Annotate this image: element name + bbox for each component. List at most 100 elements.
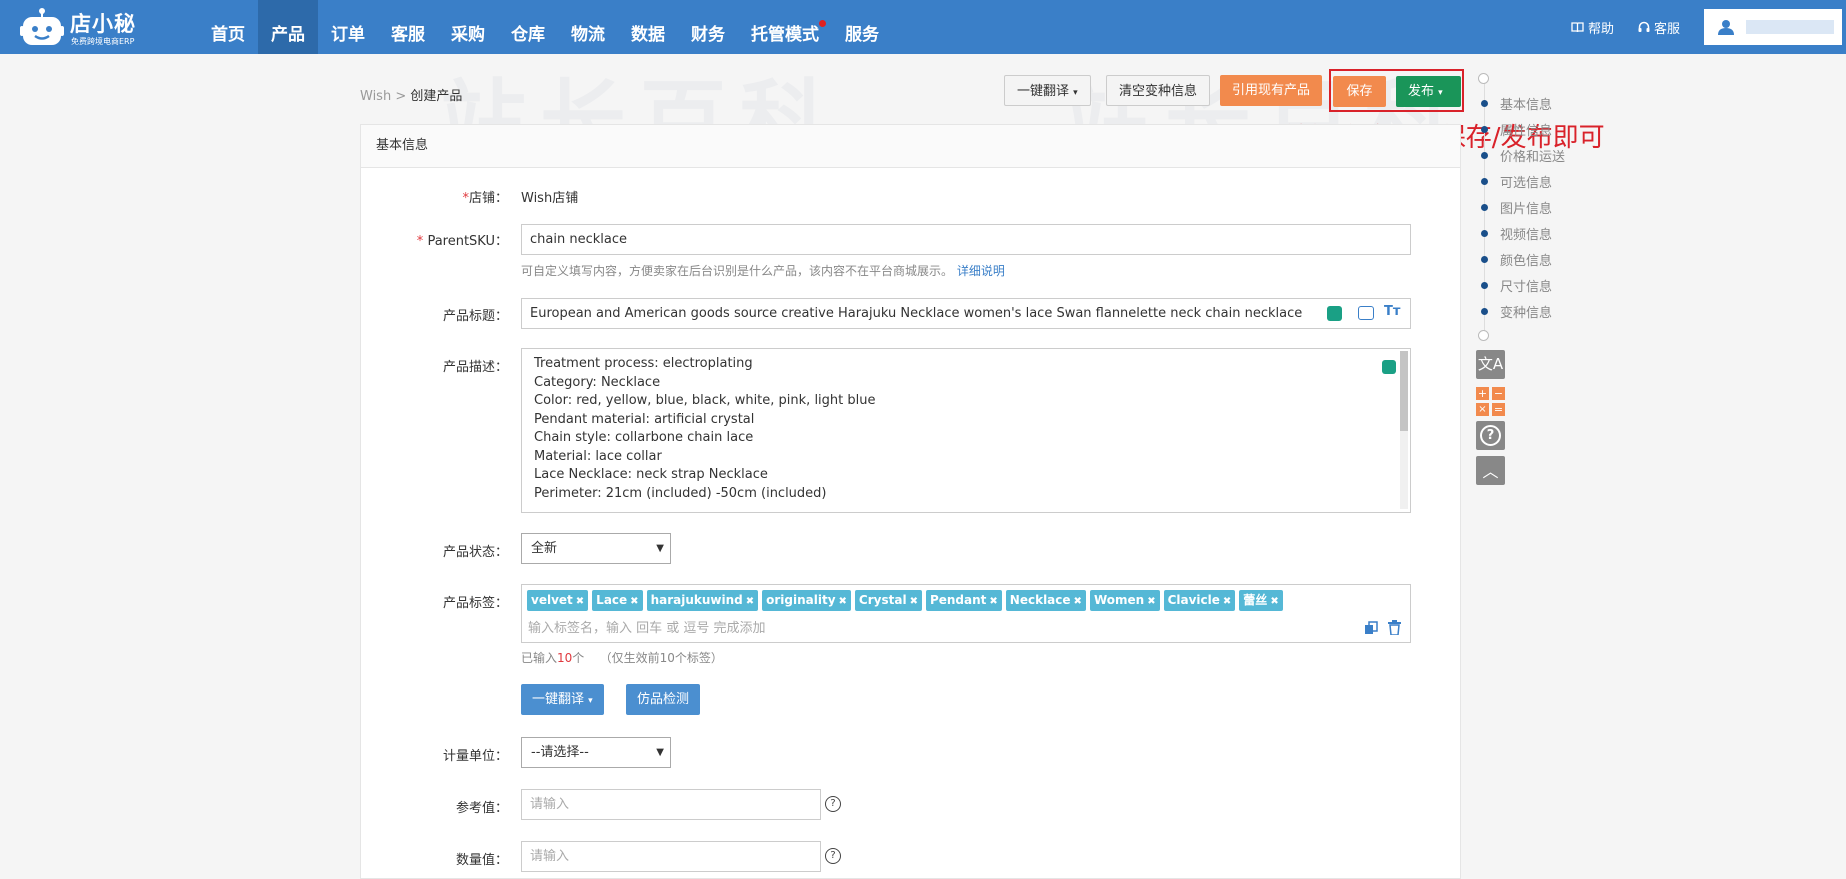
close-icon[interactable]: ✖: [839, 596, 847, 607]
brand-logo[interactable]: 店小秘 免费跨境电商ERP: [18, 4, 146, 50]
parent-sku-input[interactable]: chain necklace: [521, 224, 1411, 255]
breadcrumb: Wish > 创建产品: [360, 85, 462, 104]
user-name-placeholder: [1746, 20, 1834, 34]
close-icon[interactable]: ✖: [910, 596, 918, 607]
nav-item-home[interactable]: 首页: [198, 0, 258, 54]
close-icon[interactable]: ✖: [1147, 596, 1155, 607]
side-nav-item-optional-info[interactable]: 可选信息: [1481, 173, 1552, 191]
close-icon[interactable]: ✖: [989, 596, 997, 607]
counterfeit-check-button[interactable]: 仿品检测: [626, 684, 701, 715]
close-icon[interactable]: ✖: [1074, 596, 1082, 607]
bullet-dot: [1481, 151, 1488, 159]
tag-input-placeholder[interactable]: 输入标签名，输入 回车 或 逗号 完成添加: [528, 617, 766, 636]
side-nav-item-basic-info[interactable]: 基本信息: [1481, 95, 1552, 113]
product-title-label: 产品标题：: [442, 309, 508, 324]
store-label: *店铺：: [462, 191, 508, 206]
side-nav-item-images[interactable]: 图片信息: [1481, 199, 1552, 217]
product-tags-input[interactable]: velvet ✖ Lace ✖ harajukuwind ✖ originality ✖…: [521, 584, 1411, 643]
breadcrumb-separator: >: [395, 89, 407, 104]
support-label: 客服: [1653, 21, 1680, 37]
main-nav: 首页 产品 订单 客服 采购 仓库 物流 数据 财务 托管模式 服务: [198, 0, 892, 54]
store-value: Wish店铺: [521, 191, 579, 206]
nav-item-warehouse[interactable]: 仓库: [498, 0, 558, 54]
nav-item-logistics[interactable]: 物流: [558, 0, 618, 54]
tag-chip: Lace ✖: [592, 590, 643, 611]
product-status-label: 产品状态：: [442, 545, 508, 560]
top-navigation-bar: 店小秘 免费跨境电商ERP 首页 产品 订单 客服 采购 仓库 物流 数据 财务…: [0, 0, 1846, 54]
help-icon[interactable]: ?: [1476, 421, 1505, 450]
side-nav-item-video[interactable]: 视频信息: [1481, 225, 1552, 243]
nav-item-products[interactable]: 产品: [258, 0, 318, 54]
nav-item-purchasing[interactable]: 采购: [438, 0, 498, 54]
calculator-icon[interactable]: + − × =: [1476, 387, 1505, 416]
unit-select[interactable]: --请选择-- ▼: [521, 737, 671, 768]
tag-count-number: 10: [557, 651, 573, 665]
description-line: Treatment process: electroplating: [534, 356, 753, 371]
translate-dropdown-button[interactable]: 一键翻译 ▾: [1004, 75, 1091, 106]
tag-chip: harajukuwind ✖: [646, 590, 759, 611]
close-icon[interactable]: ✖: [576, 596, 584, 607]
scrollbar-thumb[interactable]: [1400, 351, 1408, 431]
help-icon[interactable]: ?: [825, 848, 841, 864]
side-nav-item-price-shipping[interactable]: 价格和运送: [1481, 147, 1565, 165]
ai-assistant-icon[interactable]: [1327, 306, 1342, 321]
quantity-value-input[interactable]: 请输入: [521, 841, 821, 872]
side-nav-item-variants[interactable]: 变种信息: [1481, 303, 1552, 321]
help-link[interactable]: 帮助: [1571, 18, 1614, 37]
close-icon[interactable]: ✖: [1223, 596, 1231, 607]
tag-chip: 蕾丝 ✖: [1239, 590, 1283, 611]
quantity-value-label: 数量值：: [455, 853, 508, 868]
back-to-top-icon[interactable]: ︿: [1476, 456, 1505, 485]
translate-label: 一键翻译: [532, 692, 585, 707]
nav-item-orders[interactable]: 订单: [318, 0, 378, 54]
nav-item-data[interactable]: 数据: [618, 0, 678, 54]
user-menu[interactable]: [1704, 9, 1842, 45]
product-title-input[interactable]: European and American goods source creat…: [521, 298, 1411, 329]
close-icon[interactable]: ✖: [1270, 596, 1278, 607]
details-link[interactable]: 详细说明: [957, 264, 1005, 278]
breadcrumb-current: 创建产品: [410, 89, 463, 104]
import-existing-product-button[interactable]: 引用现有产品: [1220, 75, 1323, 106]
trash-icon[interactable]: [1388, 620, 1401, 635]
bullet-dot: [1481, 307, 1488, 315]
close-icon[interactable]: ✖: [630, 596, 638, 607]
nav-item-managed-mode[interactable]: 托管模式: [738, 0, 832, 54]
side-nav-item-sizes[interactable]: 尺寸信息: [1481, 277, 1552, 295]
side-nav-item-attributes[interactable]: 属性信息: [1481, 121, 1552, 139]
bullet-dot: [1481, 255, 1488, 263]
product-description-textarea[interactable]: Treatment process: electroplating Catego…: [521, 348, 1411, 513]
bullet-dot: [1481, 99, 1488, 107]
headset-icon: [1638, 21, 1650, 32]
product-tags-label: 产品标签：: [442, 596, 508, 611]
bullet-dot: [1481, 177, 1488, 185]
reference-value-input[interactable]: 请输入: [521, 789, 821, 820]
nav-item-customer-service[interactable]: 客服: [378, 0, 438, 54]
description-line: Color: red, yellow, blue, black, white, …: [534, 393, 876, 408]
translate-tool-icon[interactable]: 文A: [1476, 350, 1505, 379]
nav-item-managed-mode-label: 托管模式: [751, 25, 819, 45]
support-link[interactable]: 客服: [1638, 18, 1680, 37]
product-status-select[interactable]: 全新 ▼: [521, 533, 671, 564]
description-line: Material: lace collar: [534, 448, 662, 464]
book-icon: [1571, 21, 1584, 32]
side-nav-item-colors[interactable]: 颜色信息: [1481, 251, 1552, 269]
description-scrollbar[interactable]: [1400, 351, 1408, 509]
nav-item-finance[interactable]: 财务: [678, 0, 738, 54]
ai-assistant-icon[interactable]: [1382, 360, 1396, 374]
translate-dropdown-label: 一键翻译: [1017, 84, 1070, 99]
help-icon[interactable]: ?: [825, 796, 841, 812]
breadcrumb-root[interactable]: Wish: [360, 89, 391, 104]
image-text-icon[interactable]: [1358, 306, 1374, 320]
copy-icon[interactable]: [1364, 621, 1378, 635]
description-line: Category: Necklace: [534, 374, 661, 390]
product-status-value: 全新: [531, 541, 558, 556]
close-icon[interactable]: ✖: [746, 596, 754, 607]
parent-sku-label: * ParentSKU：: [416, 234, 508, 249]
translate-button[interactable]: 一键翻译 ▾: [521, 684, 604, 715]
clear-variants-button[interactable]: 清空变种信息: [1106, 75, 1211, 106]
product-description-label: 产品描述：: [442, 360, 508, 375]
chevron-down-icon: ▼: [656, 543, 664, 554]
nav-item-services[interactable]: 服务: [832, 0, 892, 54]
description-line: Perimeter: 21cm (included) -50cm (includ…: [534, 485, 827, 501]
text-case-icon[interactable]: Tт: [1384, 304, 1402, 319]
